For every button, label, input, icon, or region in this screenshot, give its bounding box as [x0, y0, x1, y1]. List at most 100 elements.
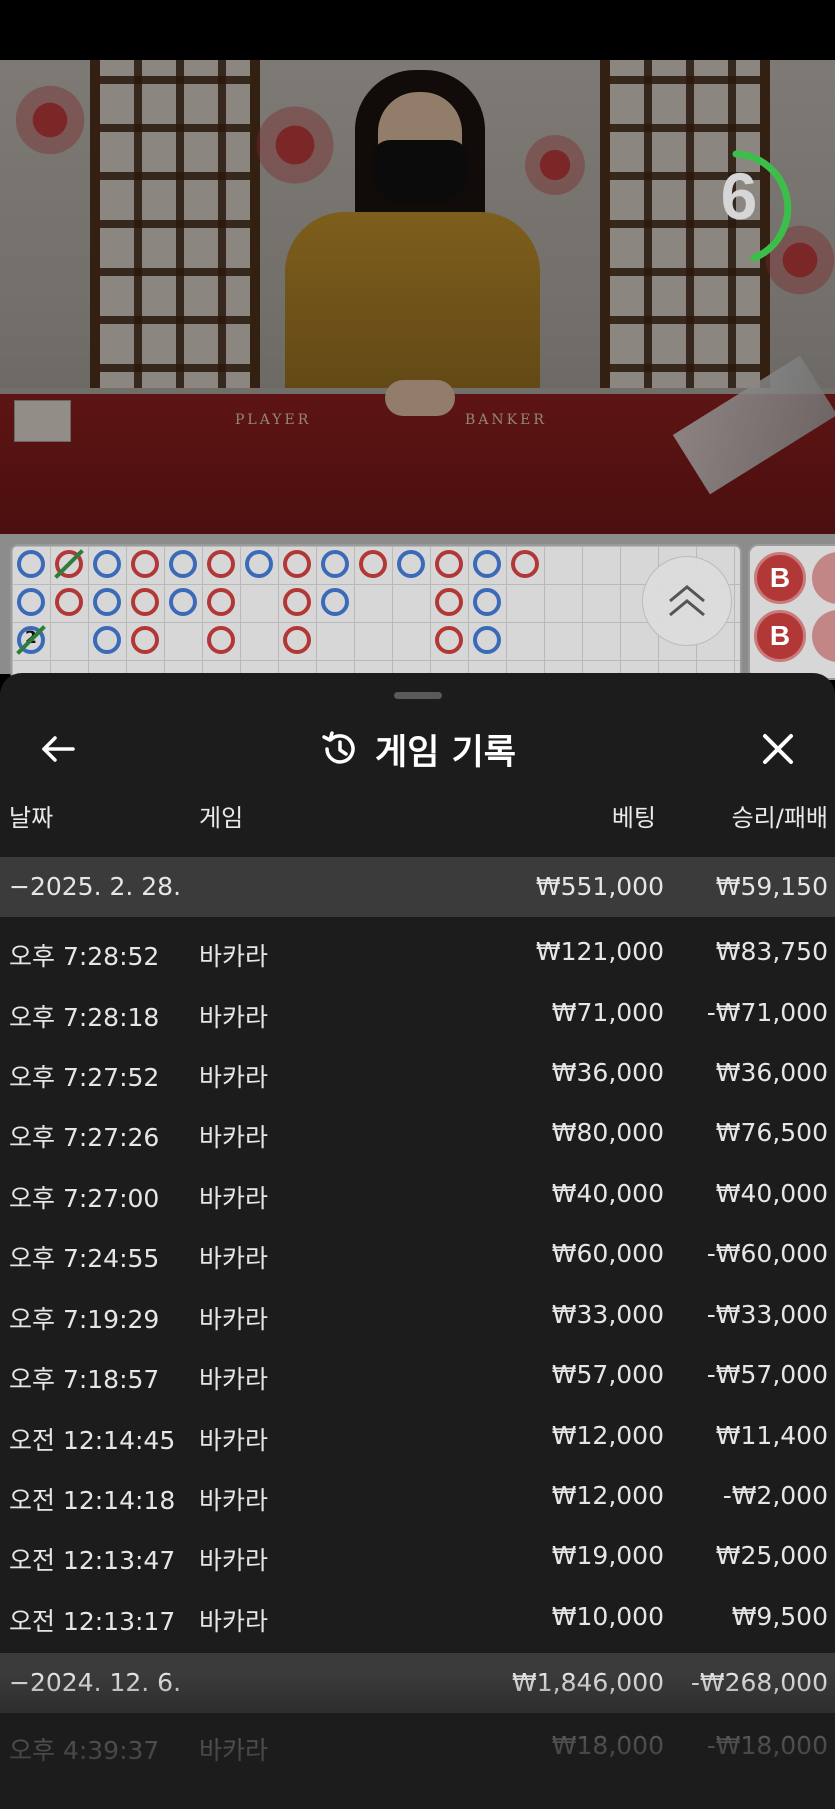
- banker-ring: [283, 588, 311, 616]
- row-game: 바카라: [199, 1003, 269, 1032]
- row-time: 오전 12:14:45: [9, 1426, 176, 1455]
- player-ring: [17, 588, 45, 616]
- column-header-result: 승리/패배: [731, 804, 828, 832]
- bead-partial: [812, 552, 835, 604]
- player-ring: [473, 550, 501, 578]
- row-game: 바카라: [199, 942, 269, 971]
- player-ring: [17, 550, 45, 578]
- row-game: 바카라: [199, 1305, 269, 1334]
- banker-ring: [435, 550, 463, 578]
- row-game: 바카라: [199, 1607, 269, 1636]
- player-ring: [397, 550, 425, 578]
- row-time: 오전 12:13:17: [9, 1607, 176, 1636]
- group-total-bet: ₩1,846,000: [512, 1668, 664, 1697]
- column-header-date: 날짜: [9, 804, 54, 832]
- player-ring: [169, 550, 197, 578]
- row-time: 오후 7:28:18: [9, 1003, 160, 1032]
- video-dim-overlay: [0, 60, 835, 534]
- sheet-title: 게임 기록: [375, 732, 516, 773]
- row-time: 오후 7:28:52: [9, 942, 160, 971]
- row-result: ₩40,000: [715, 1179, 828, 1208]
- row-bet: ₩121,000: [535, 937, 664, 966]
- player-ring: [473, 588, 501, 616]
- banker-ring: [207, 626, 235, 654]
- banker-ring: [435, 626, 463, 654]
- player-ring: [321, 550, 349, 578]
- column-header-game: 게임: [199, 804, 244, 832]
- row-time: 오후 7:24:55: [9, 1244, 160, 1273]
- row-game: 바카라: [199, 1736, 269, 1765]
- banker-ring: [283, 550, 311, 578]
- row-bet: ₩12,000: [551, 1481, 664, 1510]
- row-result: -₩60,000: [706, 1239, 828, 1268]
- row-result: -₩2,000: [722, 1481, 828, 1510]
- row-bet: ₩36,000: [551, 1058, 664, 1087]
- row-game: 바카라: [199, 1063, 269, 1092]
- row-game: 바카라: [199, 1123, 269, 1152]
- row-game: 바카라: [199, 1426, 269, 1455]
- row-time: 오후 7:19:29: [9, 1305, 160, 1334]
- banker-ring: [131, 588, 159, 616]
- group-total-bet: ₩551,000: [535, 872, 664, 901]
- banker-ring: [131, 626, 159, 654]
- row-game: 바카라: [199, 1486, 269, 1515]
- row-result: ₩9,500: [731, 1602, 828, 1631]
- group-total-result: ₩59,150: [715, 872, 828, 901]
- banker-ring: [55, 588, 83, 616]
- drag-handle[interactable]: [394, 692, 442, 699]
- banker-ring: [207, 550, 235, 578]
- history-clock-icon: [322, 731, 355, 764]
- banker-ring: [283, 626, 311, 654]
- row-result: ₩25,000: [715, 1541, 828, 1570]
- bead-partial: [812, 610, 835, 662]
- row-result: -₩33,000: [706, 1300, 828, 1329]
- row-game: 바카라: [199, 1365, 269, 1394]
- status-bar: [0, 0, 835, 60]
- row-bet: ₩19,000: [551, 1541, 664, 1570]
- row-bet: ₩40,000: [551, 1179, 664, 1208]
- row-game: 바카라: [199, 1244, 269, 1273]
- row-time: 오후 7:27:52: [9, 1063, 160, 1092]
- group-date: −2024. 12. 6.: [9, 1668, 182, 1697]
- player-ring: [245, 550, 273, 578]
- close-button[interactable]: [754, 725, 802, 773]
- double-chevron-up-icon: [669, 585, 705, 617]
- sheet-header: 게임 기록: [0, 713, 835, 785]
- game-history-sheet: 게임 기록 날짜 게임 베팅 승리/패배 −2025. 2. 28. ₩551,…: [0, 673, 835, 1809]
- player-ring: [93, 588, 121, 616]
- banker-ring: [511, 550, 539, 578]
- row-bet: ₩71,000: [551, 998, 664, 1027]
- player-ring: [169, 588, 197, 616]
- row-game: 바카라: [199, 1184, 269, 1213]
- row-bet: ₩18,000: [551, 1731, 664, 1760]
- column-header-bet: 베팅: [611, 804, 656, 832]
- row-bet: ₩33,000: [551, 1300, 664, 1329]
- group-date: −2025. 2. 28.: [9, 872, 182, 901]
- date-group-header[interactable]: −2025. 2. 28. ₩551,000 ₩59,150: [0, 857, 835, 917]
- banker-ring: [359, 550, 387, 578]
- row-time: 오전 12:14:18: [9, 1486, 176, 1515]
- row-result: ₩83,750: [715, 937, 828, 966]
- big-road-grid[interactable]: 2: [10, 544, 742, 680]
- bead-banker: B: [754, 552, 806, 604]
- row-bet: ₩10,000: [551, 1602, 664, 1631]
- player-ring: [321, 588, 349, 616]
- bead-road-panel[interactable]: B B: [748, 544, 835, 680]
- banker-ring: [207, 588, 235, 616]
- row-time: 오후 4:39:37: [9, 1736, 160, 1765]
- banker-ring: [131, 550, 159, 578]
- row-bet: ₩60,000: [551, 1239, 664, 1268]
- row-result: -₩57,000: [706, 1360, 828, 1389]
- date-group-header[interactable]: −2024. 12. 6. ₩1,846,000 -₩268,000: [0, 1653, 835, 1713]
- row-bet: ₩12,000: [551, 1421, 664, 1450]
- banker-ring: [435, 588, 463, 616]
- player-ring: [93, 626, 121, 654]
- group-total-result: -₩268,000: [690, 1668, 828, 1697]
- row-result: ₩11,400: [715, 1421, 828, 1450]
- row-result: ₩76,500: [715, 1118, 828, 1147]
- countdown-value: 6: [720, 159, 758, 233]
- live-dealer-video: PLAYER BANKER 6: [0, 60, 835, 534]
- scroll-up-button[interactable]: [642, 556, 732, 646]
- player-ring: [93, 550, 121, 578]
- sheet-title-group: 게임 기록: [0, 725, 835, 773]
